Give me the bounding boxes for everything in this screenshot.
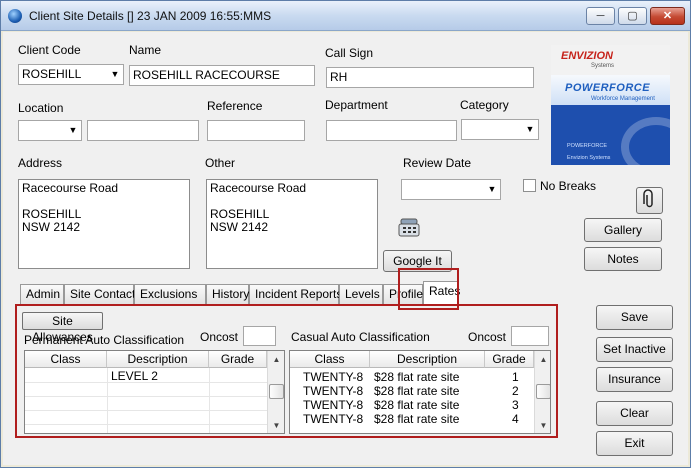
table-row-class[interactable]: TWENTY-8 <box>303 412 363 426</box>
scroll-up-icon[interactable]: ▲ <box>269 352 284 367</box>
insurance-button[interactable]: Insurance <box>596 367 673 392</box>
permanent-oncost-input[interactable] <box>243 326 276 346</box>
category-label: Category <box>460 98 509 112</box>
other-label: Other <box>205 156 236 170</box>
scroll-thumb[interactable] <box>269 384 284 399</box>
chevron-down-icon: ▼ <box>68 125 78 135</box>
call-sign-label: Call Sign <box>325 46 374 60</box>
other-textarea[interactable]: Racecourse Road ROSEHILL NSW 2142 <box>206 179 378 269</box>
app-icon <box>8 9 22 23</box>
tab-history[interactable]: History <box>206 284 249 304</box>
location-input[interactable] <box>87 120 199 141</box>
permanent-classification-label: Permanent Auto Classification <box>24 333 185 347</box>
call-sign-input[interactable]: RH <box>326 67 534 88</box>
table-row-class[interactable]: TWENTY-8 <box>303 370 363 384</box>
exit-button[interactable]: Exit <box>596 431 673 456</box>
review-date-combo[interactable]: ▼ <box>401 179 501 200</box>
chevron-down-icon: ▼ <box>110 69 120 79</box>
table-row-description[interactable]: $28 flat rate site <box>374 412 459 426</box>
table-row-class[interactable] <box>29 369 107 383</box>
chevron-down-icon: ▼ <box>525 124 535 134</box>
casual-oncost-label: Oncost <box>468 330 507 344</box>
tab-exclusions[interactable]: Exclusions <box>134 284 206 304</box>
name-input[interactable]: ROSEHILL RACECOURSE <box>129 65 315 86</box>
scroll-up-icon[interactable]: ▲ <box>536 352 550 367</box>
casual-oncost-input[interactable] <box>511 326 549 346</box>
table-row-grade[interactable]: 4 <box>512 412 519 426</box>
scroll-thumb[interactable] <box>536 384 550 399</box>
permanent-classification-grid[interactable]: Class Description Grade LEVEL 2 ▲ ▼ <box>24 350 285 434</box>
table-row-description[interactable]: $28 flat rate site <box>374 370 459 384</box>
tab-admin[interactable]: Admin <box>20 284 64 304</box>
tab-incident-reports[interactable]: Incident Reports <box>249 284 342 304</box>
table-row-description[interactable]: LEVEL 2 <box>111 369 207 383</box>
table-row-grade[interactable]: 3 <box>512 398 519 412</box>
table-row-grade[interactable] <box>213 369 263 383</box>
column-header-description[interactable]: Description <box>107 351 209 368</box>
department-label: Department <box>325 98 388 112</box>
name-label: Name <box>129 43 162 57</box>
minimize-button[interactable]: ─ <box>586 7 615 25</box>
table-row-class[interactable]: TWENTY-8 <box>303 398 363 412</box>
maximize-button[interactable]: ▢ <box>618 7 647 25</box>
client-code-value: ROSEHILL <box>22 67 82 81</box>
permanent-grid-scrollbar[interactable]: ▲ ▼ <box>267 351 284 433</box>
permanent-oncost-label: Oncost <box>200 330 239 344</box>
client-code-label: Client Code <box>18 43 81 57</box>
client-code-combo[interactable]: ROSEHILL ▼ <box>18 64 124 85</box>
clear-button[interactable]: Clear <box>596 401 673 426</box>
scroll-down-icon[interactable]: ▼ <box>536 418 550 433</box>
notes-button[interactable]: Notes <box>584 247 662 271</box>
gallery-button[interactable]: Gallery <box>584 218 662 242</box>
column-header-class[interactable]: Class <box>25 351 107 368</box>
address-label: Address <box>18 156 63 170</box>
chevron-down-icon: ▼ <box>487 184 497 194</box>
location-label: Location <box>18 101 64 115</box>
location-combo[interactable]: ▼ <box>18 120 82 141</box>
column-header-class[interactable]: Class <box>290 351 370 368</box>
casual-classification-label: Casual Auto Classification <box>291 330 430 344</box>
tab-site-contact[interactable]: Site Contact <box>64 284 135 304</box>
paperclip-icon <box>643 189 653 208</box>
tab-levels[interactable]: Levels <box>339 284 383 304</box>
table-row-grade[interactable]: 2 <box>512 384 519 398</box>
envizion-wordmark: ENVIZION <box>561 50 613 62</box>
no-breaks-checkbox[interactable] <box>523 179 536 192</box>
powerforce-logo: ENVIZION Systems POWERFORCE Workforce Ma… <box>551 45 670 165</box>
window-title: Client Site Details [] 23 JAN 2009 16:55… <box>29 9 272 23</box>
scroll-down-icon[interactable]: ▼ <box>269 418 284 433</box>
table-row-description[interactable]: $28 flat rate site <box>374 398 459 412</box>
reference-input[interactable] <box>207 120 305 141</box>
phone-icon[interactable] <box>398 217 420 237</box>
title-bar[interactable]: Client Site Details [] 23 JAN 2009 16:55… <box>1 1 690 31</box>
casual-classification-grid[interactable]: Class Description Grade TWENTY-8 $28 fla… <box>289 350 551 434</box>
department-input[interactable] <box>326 120 457 141</box>
address-textarea[interactable]: Racecourse Road ROSEHILL NSW 2142 <box>18 179 190 269</box>
column-header-grade[interactable]: Grade <box>485 351 534 368</box>
casual-grid-scrollbar[interactable]: ▲ ▼ <box>534 351 550 433</box>
close-button[interactable]: ✕ <box>650 7 685 25</box>
set-inactive-button[interactable]: Set Inactive <box>596 337 673 362</box>
table-row-class[interactable]: TWENTY-8 <box>303 384 363 398</box>
site-allowances-button[interactable]: Site Allowances <box>22 312 103 344</box>
no-breaks-label: No Breaks <box>540 179 597 193</box>
client-site-details-window: Client Site Details [] 23 JAN 2009 16:55… <box>0 0 691 468</box>
reference-label: Reference <box>207 99 263 113</box>
review-date-label: Review Date <box>403 156 472 170</box>
category-combo[interactable]: ▼ <box>461 119 539 140</box>
column-header-grade[interactable]: Grade <box>209 351 267 368</box>
form-body: Client Code ROSEHILL ▼ Name ROSEHILL RAC… <box>3 32 688 465</box>
table-row-description[interactable]: $28 flat rate site <box>374 384 459 398</box>
save-button[interactable]: Save <box>596 305 673 330</box>
column-header-description[interactable]: Description <box>370 351 485 368</box>
attachment-button[interactable] <box>636 187 663 214</box>
powerforce-wordmark: POWERFORCE <box>565 82 651 94</box>
table-row-grade[interactable]: 1 <box>512 370 519 384</box>
